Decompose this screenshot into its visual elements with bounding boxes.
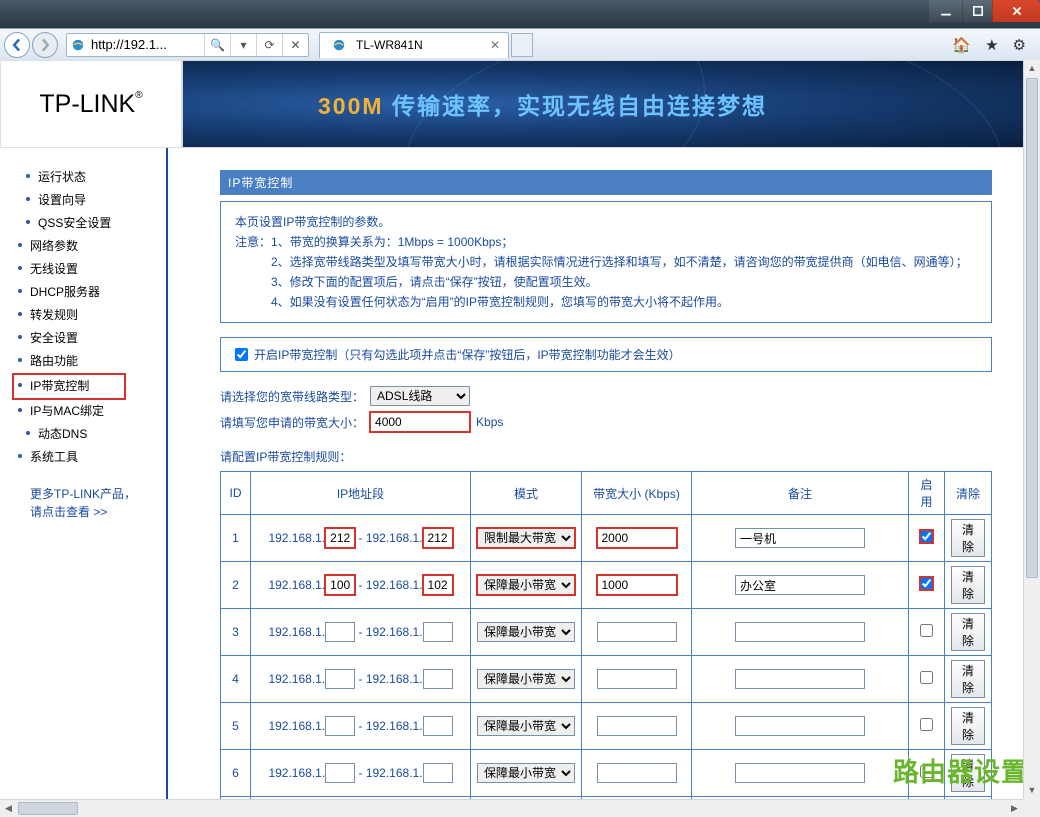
- window-hscrollbar[interactable]: ◀▶: [0, 799, 1023, 817]
- tab-title: TL-WR841N: [356, 38, 423, 52]
- mode-select[interactable]: 保障最小带宽: [477, 716, 575, 736]
- sidebar-item-8[interactable]: 路由功能: [16, 350, 166, 373]
- close-button[interactable]: [992, 0, 1040, 22]
- row-clear-button[interactable]: 清除: [951, 707, 985, 745]
- ip-from-input[interactable]: [325, 575, 355, 595]
- remark-input[interactable]: [735, 763, 865, 783]
- ip-from-input[interactable]: [325, 716, 355, 736]
- window-vscrollbar[interactable]: ▲▼: [1023, 60, 1040, 799]
- mode-select[interactable]: 保障最小带宽: [477, 622, 575, 642]
- sidebar-item-9[interactable]: IP带宽控制: [12, 373, 126, 400]
- sidebar-more-link[interactable]: 更多TP-LINK产品，请点击查看 >>: [16, 485, 166, 521]
- row-enable-checkbox[interactable]: [920, 671, 933, 684]
- row-enable-checkbox[interactable]: [920, 577, 933, 590]
- stop-icon[interactable]: ✕: [282, 34, 308, 56]
- remark-input[interactable]: [735, 716, 865, 736]
- bandwidth-unit: Kbps: [476, 415, 503, 429]
- row-clear-button[interactable]: 清除: [951, 754, 985, 792]
- browser-toolbar: 🔍 ▾ ⟳ ✕ TL-WR841N ✕ 🏠 ★ ⚙: [0, 28, 1040, 60]
- sidebar-item-6[interactable]: 转发规则: [16, 304, 166, 327]
- ip-to-input[interactable]: [423, 763, 453, 783]
- sidebar: 运行状态设置向导QSS安全设置网络参数无线设置DHCP服务器转发规则安全设置路由…: [0, 148, 168, 799]
- remark-input[interactable]: [735, 669, 865, 689]
- window-controls: [928, 0, 1040, 22]
- mode-select[interactable]: 限制最大带宽: [477, 528, 575, 548]
- table-row: 6192.168.1. - 192.168.1.保障最小带宽清除: [221, 750, 992, 797]
- sidebar-item-11[interactable]: 动态DNS: [16, 423, 166, 446]
- row-clear-button[interactable]: 清除: [951, 613, 985, 651]
- sidebar-item-0[interactable]: 运行状态: [16, 166, 166, 189]
- remark-input[interactable]: [735, 575, 865, 595]
- row-enable-checkbox[interactable]: [920, 718, 933, 731]
- sidebar-item-2[interactable]: QSS安全设置: [16, 212, 166, 235]
- forward-button[interactable]: [32, 32, 58, 58]
- ip-to-input[interactable]: [423, 575, 453, 595]
- remark-input[interactable]: [735, 622, 865, 642]
- ip-to-input[interactable]: [423, 528, 453, 548]
- sidebar-item-5[interactable]: DHCP服务器: [16, 281, 166, 304]
- address-bar[interactable]: [89, 37, 204, 52]
- mode-select[interactable]: 保障最小带宽: [477, 763, 575, 783]
- line-type-select[interactable]: ADSL线路: [370, 386, 470, 406]
- enable-label: 开启IP带宽控制（只有勾选此项并点击“保存”按钮后，IP带宽控制功能才会生效）: [254, 346, 681, 363]
- bandwidth-input[interactable]: [370, 412, 470, 432]
- mode-select[interactable]: 保障最小带宽: [477, 575, 575, 595]
- maximize-button[interactable]: [962, 0, 992, 22]
- mode-select[interactable]: 保障最小带宽: [477, 669, 575, 689]
- favorites-icon[interactable]: ★: [985, 36, 998, 54]
- bandwidth-rule-input[interactable]: [597, 622, 677, 642]
- bandwidth-rule-input[interactable]: [597, 763, 677, 783]
- row-enable-checkbox[interactable]: [920, 624, 933, 637]
- bandwidth-label: 请填写您申请的带宽大小：: [220, 414, 364, 431]
- sidebar-item-4[interactable]: 无线设置: [16, 258, 166, 281]
- bandwidth-rule-input[interactable]: [597, 669, 677, 689]
- bandwidth-rule-input[interactable]: [597, 575, 677, 595]
- browser-tab[interactable]: TL-WR841N ✕: [319, 32, 509, 58]
- row-clear-button[interactable]: 清除: [951, 519, 985, 557]
- table-row: 3192.168.1. - 192.168.1.保障最小带宽清除: [221, 609, 992, 656]
- remark-input[interactable]: [735, 528, 865, 548]
- line-type-label: 请选择您的宽带线路类型：: [220, 388, 364, 405]
- sidebar-item-1[interactable]: 设置向导: [16, 189, 166, 212]
- ip-to-input[interactable]: [423, 622, 453, 642]
- row-clear-button[interactable]: 清除: [951, 566, 985, 604]
- rules-table: ID IP地址段 模式 带宽大小 (Kbps) 备注 启用 清除 1192.16…: [220, 471, 992, 799]
- logo: TP-LINK®: [0, 60, 182, 148]
- table-row: 5192.168.1. - 192.168.1.保障最小带宽清除: [221, 703, 992, 750]
- url-dropdown[interactable]: ▾: [230, 34, 256, 56]
- table-row: 2192.168.1. - 192.168.1.保障最小带宽清除: [221, 562, 992, 609]
- rules-label: 请配置IP带宽控制规则：: [220, 448, 992, 465]
- ie-icon: [328, 38, 350, 52]
- info-panel: 本页设置IP带宽控制的参数。 注意：1、带宽的换算关系为：1Mbps = 100…: [220, 201, 992, 323]
- banner: 300M 传输速率，实现无线自由连接梦想: [182, 60, 1040, 148]
- sidebar-item-7[interactable]: 安全设置: [16, 327, 166, 350]
- table-row: 1192.168.1. - 192.168.1.限制最大带宽清除: [221, 515, 992, 562]
- ip-to-input[interactable]: [423, 669, 453, 689]
- ip-from-input[interactable]: [325, 528, 355, 548]
- bandwidth-rule-input[interactable]: [597, 528, 677, 548]
- back-button[interactable]: [4, 32, 30, 58]
- sidebar-item-3[interactable]: 网络参数: [16, 235, 166, 258]
- ip-to-input[interactable]: [423, 716, 453, 736]
- row-clear-button[interactable]: 清除: [951, 660, 985, 698]
- ip-from-input[interactable]: [325, 763, 355, 783]
- table-row: 4192.168.1. - 192.168.1.保障最小带宽清除: [221, 656, 992, 703]
- home-icon[interactable]: 🏠: [952, 36, 971, 54]
- ip-from-input[interactable]: [325, 622, 355, 642]
- enable-checkbox[interactable]: [235, 348, 248, 361]
- row-enable-checkbox[interactable]: [920, 765, 933, 778]
- page-title: IP带宽控制: [220, 170, 992, 195]
- bandwidth-rule-input[interactable]: [597, 716, 677, 736]
- minimize-button[interactable]: [928, 0, 962, 22]
- sidebar-item-10[interactable]: IP与MAC绑定: [16, 400, 166, 423]
- ip-from-input[interactable]: [325, 669, 355, 689]
- row-enable-checkbox[interactable]: [920, 530, 933, 543]
- search-icon[interactable]: 🔍: [204, 34, 230, 56]
- refresh-icon[interactable]: ⟳: [256, 34, 282, 56]
- new-tab-button[interactable]: [511, 33, 533, 57]
- sidebar-item-12[interactable]: 系统工具: [16, 446, 166, 469]
- ie-icon: [67, 38, 89, 52]
- tools-icon[interactable]: ⚙: [1013, 36, 1026, 54]
- tab-close-icon[interactable]: ✕: [490, 38, 500, 52]
